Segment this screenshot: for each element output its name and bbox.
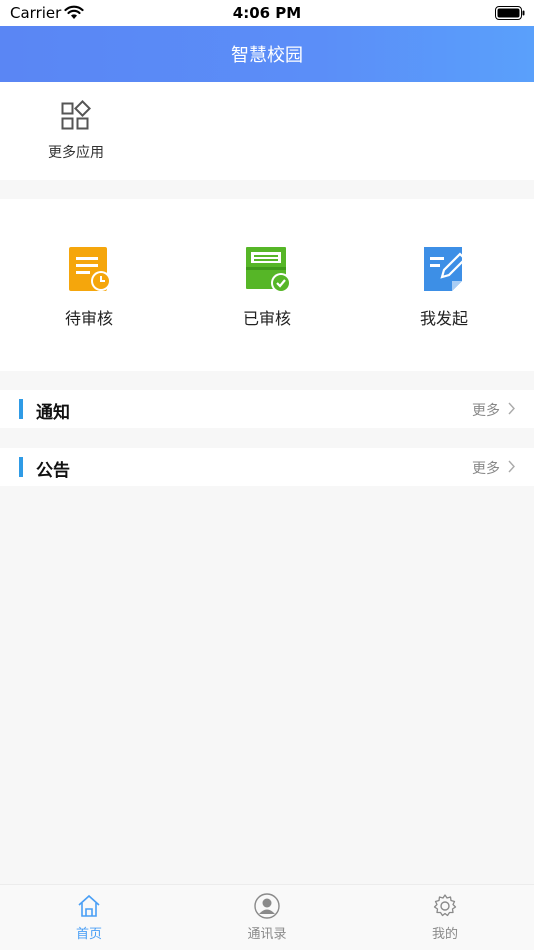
home-icon bbox=[78, 894, 100, 917]
pending-review-button[interactable]: 待审核 bbox=[39, 245, 139, 335]
status-bar: Carrier 4:06 PM bbox=[0, 0, 534, 26]
pending-review-label: 待审核 bbox=[64, 309, 113, 328]
reviewed-label: 已审核 bbox=[242, 309, 291, 328]
announcement-more-link[interactable]: 更多 bbox=[472, 458, 500, 478]
my-initiated-button[interactable]: 我发起 bbox=[394, 245, 494, 335]
announcement-accent-bar bbox=[19, 457, 23, 477]
my-initiated-label: 我发起 bbox=[419, 309, 468, 328]
my-initiated-icon bbox=[424, 247, 467, 291]
approvals-section: 待审核 已审核 我发起 bbox=[0, 199, 534, 371]
tab-home-label: 首页 bbox=[75, 927, 102, 942]
notice-accent-bar bbox=[19, 399, 23, 419]
announcement-title: 公告 bbox=[36, 461, 70, 481]
pending-review-icon bbox=[69, 247, 111, 291]
tab-contacts[interactable]: 通讯录 bbox=[217, 893, 317, 945]
tab-contacts-label: 通讯录 bbox=[247, 927, 287, 942]
notice-row[interactable]: 通知 更多 bbox=[0, 390, 534, 428]
more-apps-button[interactable]: 更多应用 bbox=[40, 100, 112, 170]
app-header: 智慧校园 bbox=[0, 26, 534, 82]
chevron-right-icon bbox=[508, 402, 515, 415]
battery-icon bbox=[495, 6, 525, 20]
tab-mine[interactable]: 我的 bbox=[395, 893, 495, 945]
clock: 4:06 PM bbox=[232, 4, 302, 22]
more-apps-label: 更多应用 bbox=[48, 145, 104, 161]
notice-more-link[interactable]: 更多 bbox=[472, 400, 500, 420]
chevron-right-icon bbox=[508, 460, 515, 473]
tab-mine-label: 我的 bbox=[431, 927, 458, 942]
reviewed-button[interactable]: 已审核 bbox=[217, 245, 317, 335]
tab-bar: 首页 通讯录 我的 bbox=[0, 884, 534, 950]
tab-home[interactable]: 首页 bbox=[39, 893, 139, 945]
grid-apps-icon bbox=[61, 100, 91, 130]
notice-title: 通知 bbox=[36, 403, 70, 423]
apps-section: 更多应用 bbox=[0, 82, 534, 180]
reviewed-icon bbox=[246, 247, 291, 293]
page-title: 智慧校园 bbox=[231, 45, 303, 66]
contacts-icon bbox=[254, 893, 280, 919]
settings-icon bbox=[433, 894, 457, 917]
announcement-row[interactable]: 公告 更多 bbox=[0, 448, 534, 486]
